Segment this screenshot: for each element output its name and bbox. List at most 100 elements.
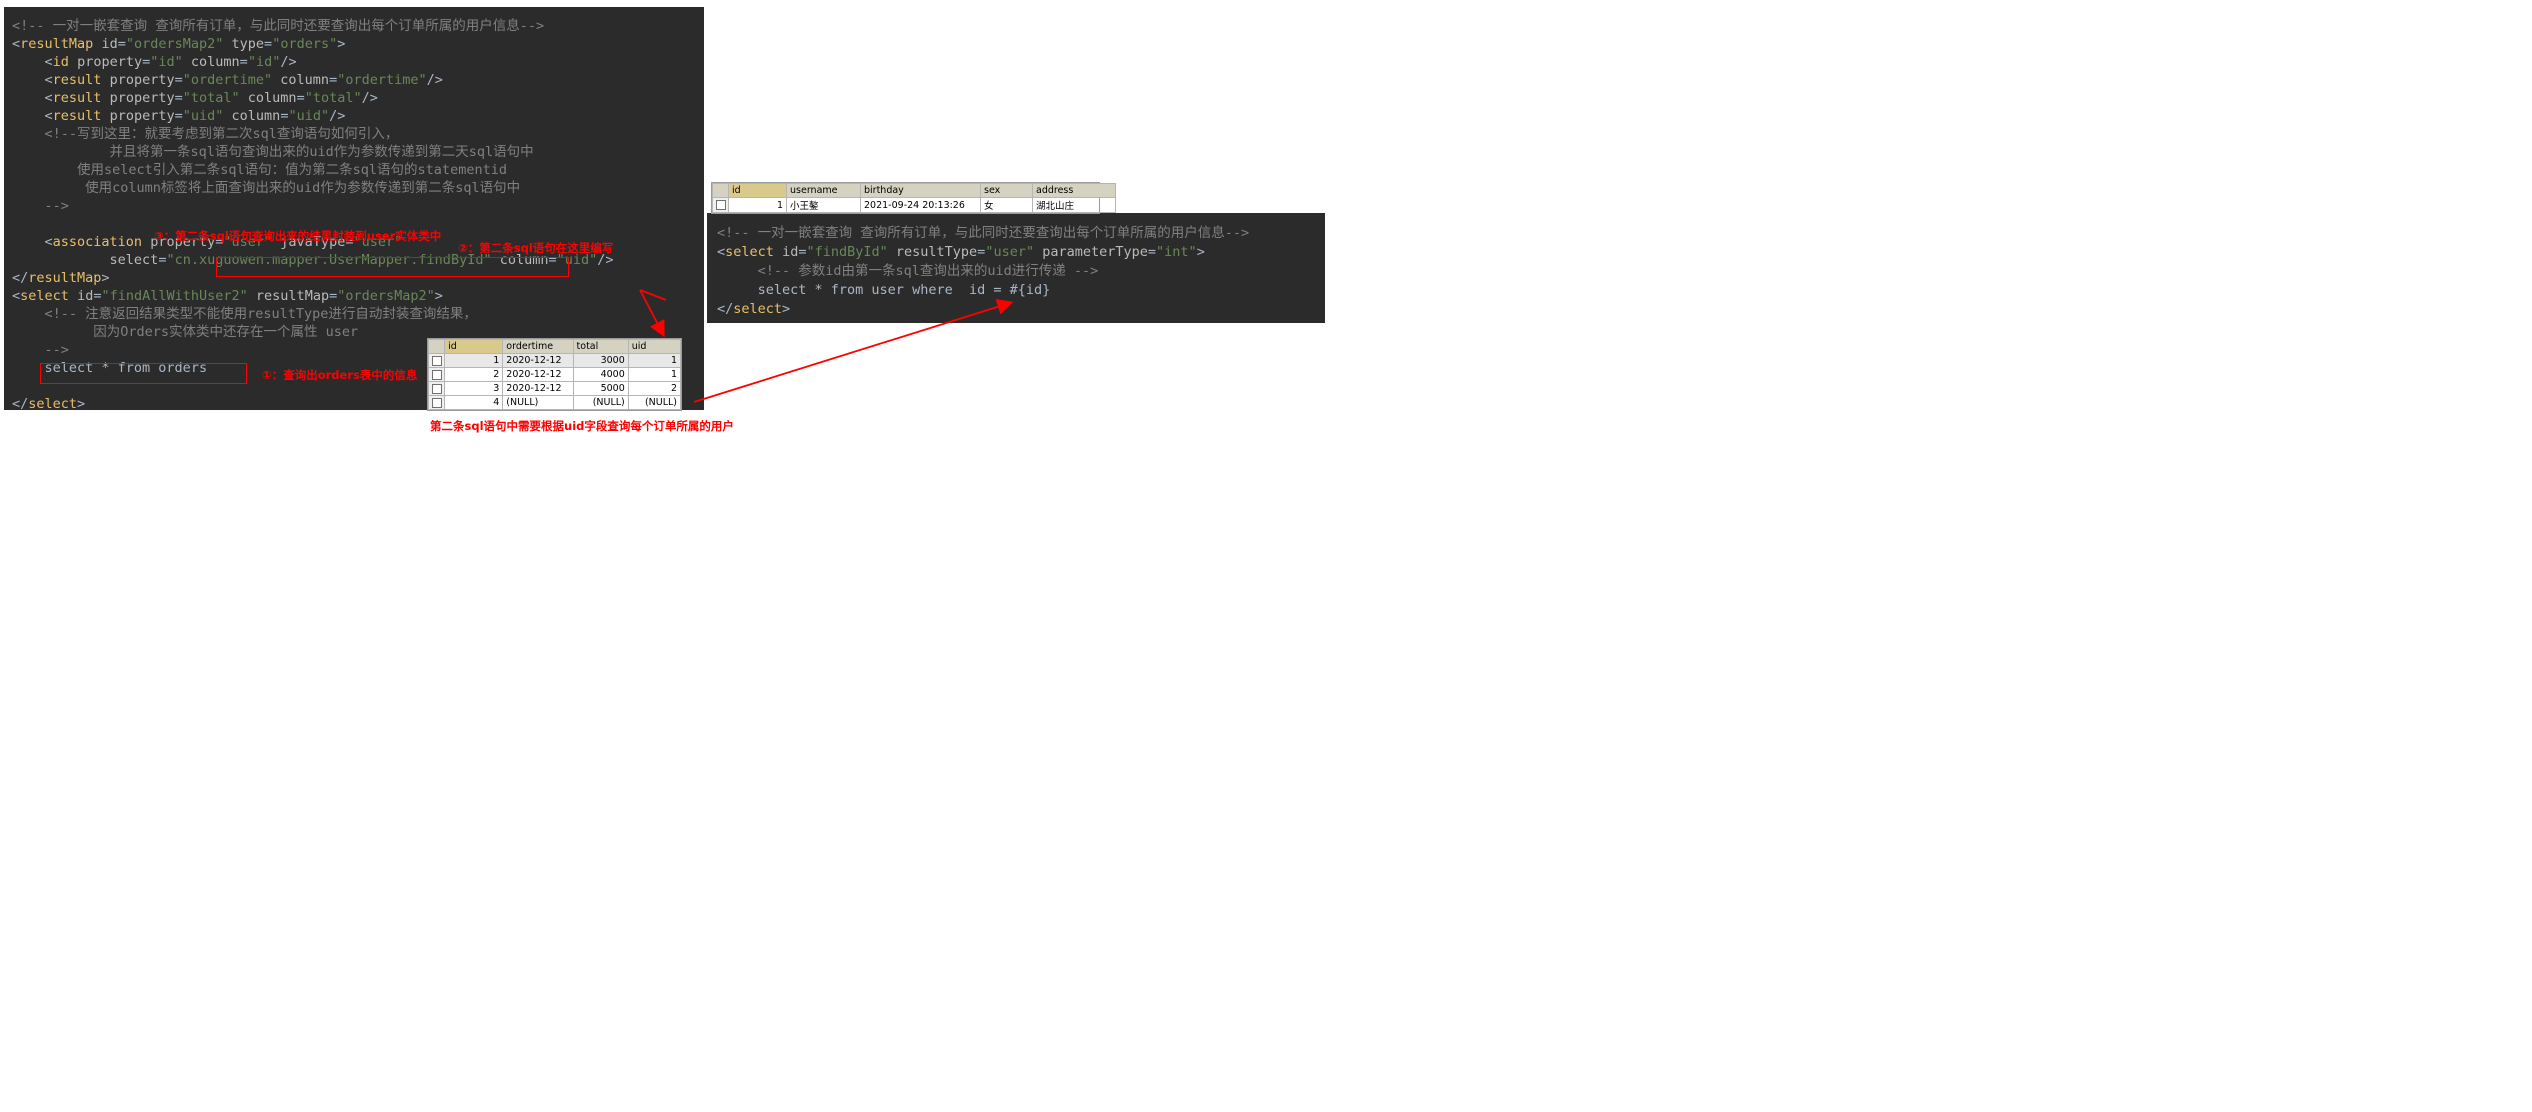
orders-mapper-token: >: [101, 270, 110, 286]
orders-grid-cell-ordertime[interactable]: 2020-12-12: [502, 381, 574, 396]
orders-col-ordertime[interactable]: ordertime: [502, 339, 574, 354]
orders-grid-cell-uid[interactable]: 2: [627, 381, 682, 396]
orders-grid-cell-uid[interactable]: 1: [627, 353, 682, 368]
user-mapper-token: id: [782, 244, 799, 260]
orders-mapper-token: "ordertime": [182, 72, 273, 88]
annotation-note-2: ②：第二条sql语句在这里编写: [458, 241, 614, 255]
orders-mapper-token: result: [52, 72, 102, 88]
orders-mapper-token: id: [52, 54, 69, 70]
orders-grid-cell-ordertime[interactable]: 2020-12-12: [502, 367, 574, 382]
orders-grid-row-selector[interactable]: [427, 395, 446, 410]
orders-col-uid[interactable]: uid: [627, 339, 682, 354]
checkbox-icon[interactable]: [431, 383, 442, 394]
user-col-address[interactable]: address: [1032, 183, 1116, 198]
user-grid-cell-sex[interactable]: 女: [980, 197, 1033, 213]
user-grid-cell-id[interactable]: 1: [728, 197, 787, 213]
user-mapper-token: select: [725, 244, 774, 260]
orders-grid-row-selector[interactable]: [427, 367, 446, 382]
orders-mapper-line-4: <result property="ordertime" column="ord…: [12, 71, 704, 89]
orders-mapper-token: "orders": [272, 36, 338, 52]
orders-mapper-token: </: [12, 396, 29, 412]
orders-grid-cell-id[interactable]: 1: [444, 353, 504, 368]
checkbox-icon[interactable]: [431, 369, 442, 380]
orders-grid-row[interactable]: 2 2020-12-12 4000 1: [427, 367, 682, 382]
orders-grid-row[interactable]: 4 (NULL) (NULL) (NULL): [427, 395, 682, 410]
annotation-note-3: ③：第二条sql语句查询出来的结果封装到user实体类中: [154, 229, 442, 243]
orders-mapper-token: =: [174, 90, 183, 106]
orders-col-total[interactable]: total: [572, 339, 629, 354]
orders-mapper-token: >: [434, 288, 443, 304]
orders-grid-cell-id[interactable]: 4: [444, 395, 504, 410]
user-col-id[interactable]: id: [728, 183, 787, 198]
orders-mapper-line-8: 并且将第一条sql语句查询出来的uid作为参数传递到第二天sql语句中: [12, 143, 704, 161]
orders-mapper-token: [101, 90, 109, 106]
orders-mapper-token: <: [44, 108, 53, 124]
orders-mapper-token: type: [231, 36, 265, 52]
user-mapper-line-5: </select>: [717, 300, 1325, 319]
orders-mapper-token: result: [52, 108, 102, 124]
checkbox-icon[interactable]: [431, 397, 442, 408]
user-col-sex[interactable]: sex: [980, 183, 1033, 198]
user-grid-corner[interactable]: [712, 183, 729, 198]
orders-mapper-token: [12, 108, 45, 124]
user-mapper-token: resultType: [895, 244, 978, 260]
orders-mapper-token: >: [77, 396, 86, 412]
orders-mapper-token: =: [329, 288, 338, 304]
user-col-username[interactable]: username: [786, 183, 861, 198]
orders-mapper-line-3: <id property="id" column="id"/>: [12, 53, 704, 71]
user-mapper-code-editor[interactable]: <!-- 一对一嵌套查询 查询所有订单，与此同时还要查询出每个订单所属的用户信息…: [707, 213, 1325, 323]
orders-grid-row-selector[interactable]: [427, 381, 446, 396]
orders-mapper-token: />: [426, 72, 443, 88]
orders-grid-cell-total[interactable]: 5000: [572, 381, 629, 396]
user-grid-body: 1 小王鏊 2021-09-24 20:13:26 女湖北山庄: [712, 197, 1116, 213]
orders-grid-cell-total[interactable]: 4000: [572, 367, 629, 382]
orders-mapper-token: [248, 288, 256, 304]
user-grid-cell-address[interactable]: 湖北山庄: [1032, 197, 1116, 213]
orders-mapper-token: />: [280, 54, 297, 70]
orders-grid-cell-id[interactable]: 2: [444, 367, 504, 382]
orders-mapper-token: "cn.xuguowen.mapper.UserMapper.findById": [166, 252, 492, 268]
user-grid-row[interactable]: 1 小王鏊 2021-09-24 20:13:26 女湖北山庄: [712, 197, 1116, 213]
orders-mapper-line-15: </resultMap>: [12, 269, 704, 287]
checkbox-icon[interactable]: [431, 355, 442, 366]
orders-mapper-token: =: [329, 72, 338, 88]
user-mapper-token: "findById": [806, 244, 888, 260]
orders-mapper-token: -->: [12, 198, 69, 214]
orders-mapper-token: resultMap: [28, 270, 102, 286]
orders-grid-cell-uid[interactable]: (NULL): [627, 395, 682, 410]
user-grid-cell-birthday[interactable]: 2021-09-24 20:13:26: [860, 197, 981, 213]
user-grid-cell-username[interactable]: 小王鏊: [786, 197, 861, 213]
orders-mapper-token: <: [44, 90, 53, 106]
orders-grid-cell-total[interactable]: 3000: [572, 353, 629, 368]
user-mapper-token: </: [717, 301, 734, 317]
orders-mapper-token: property: [77, 54, 143, 70]
orders-mapper-token: <: [12, 288, 21, 304]
orders-grid-row-selector[interactable]: [427, 353, 446, 368]
user-mapper-token: [1034, 244, 1042, 260]
orders-grid-row[interactable]: 3 2020-12-12 5000 2: [427, 381, 682, 396]
orders-grid-row[interactable]: 1 2020-12-12 3000 1: [427, 353, 682, 368]
orders-grid-header-row: id ordertime total uid: [427, 339, 682, 354]
orders-grid-corner[interactable]: [427, 339, 446, 354]
user-result-grid[interactable]: id username birthday sex address 1 小王鏊 202…: [711, 182, 1116, 214]
orders-grid-cell-ordertime[interactable]: (NULL): [502, 395, 574, 410]
user-col-birthday[interactable]: birthday: [860, 183, 981, 198]
user-mapper-token: >: [782, 301, 791, 317]
orders-grid-cell-total[interactable]: (NULL): [572, 395, 629, 410]
orders-mapper-line-6: <result property="uid" column="uid"/>: [12, 107, 704, 125]
orders-mapper-token: [223, 108, 231, 124]
user-grid-row-selector[interactable]: [712, 197, 729, 213]
user-mapper-token: <!-- 参数id由第一条sql查询出来的uid进行传递 -->: [717, 263, 1099, 279]
orders-mapper-token: "total": [182, 90, 240, 106]
user-mapper-token: [888, 244, 896, 260]
orders-result-grid[interactable]: id ordertime total uid 1 2020-12-12 3000 1 2…: [427, 338, 682, 411]
orders-mapper-token: 并且将第一条sql语句查询出来的uid作为参数传递到第二天sql语句中: [12, 144, 534, 160]
orders-mapper-token: "ordersMap2": [125, 36, 224, 52]
orders-grid-cell-uid[interactable]: 1: [627, 367, 682, 382]
annotation-note-1: ①：查询出orders表中的信息: [262, 368, 418, 382]
checkbox-icon[interactable]: [715, 200, 726, 210]
orders-col-id[interactable]: id: [444, 339, 504, 354]
orders-mapper-line-1: <!-- 一对一嵌套查询 查询所有订单，与此同时还要查询出每个订单所属的用户信息…: [12, 17, 704, 35]
orders-grid-cell-ordertime[interactable]: 2020-12-12: [502, 353, 574, 368]
orders-grid-cell-id[interactable]: 3: [444, 381, 504, 396]
